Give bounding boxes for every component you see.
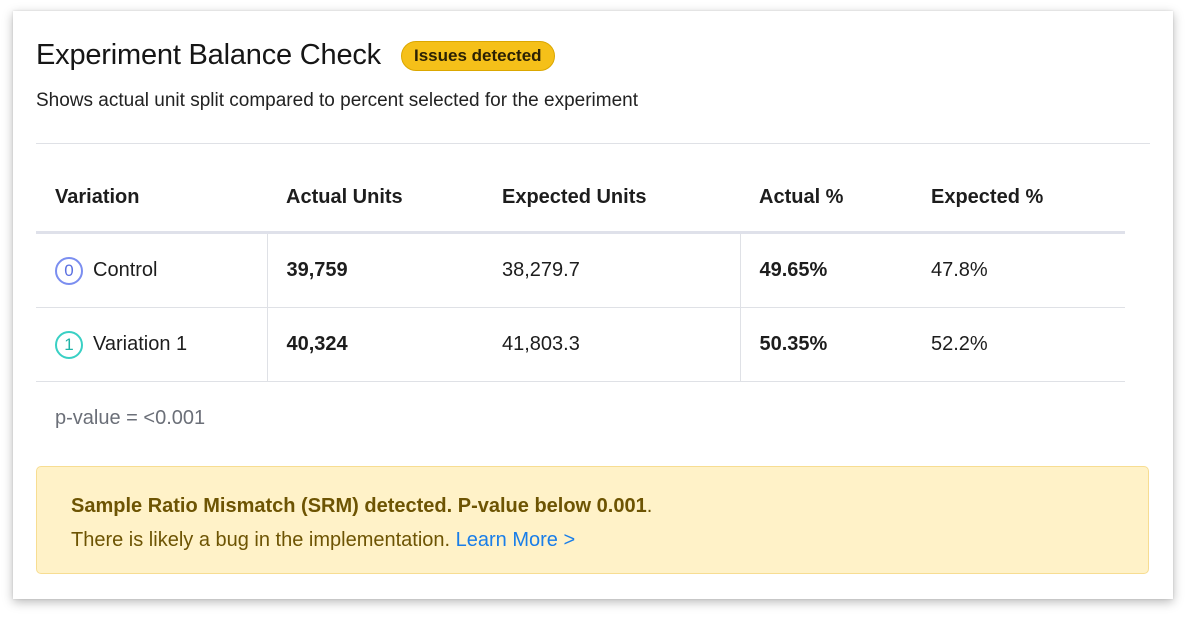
card-subtitle: Shows actual unit split compared to perc… <box>36 90 638 111</box>
variation-name: Control <box>93 259 158 281</box>
table-row: 1 Variation 1 40,324 41,803.3 50.35% 52.… <box>36 307 1125 382</box>
balance-table: Variation Actual Units Expected Units Ac… <box>36 163 1125 382</box>
actual-pct-cell: 49.65% <box>739 232 912 308</box>
expected-pct-cell: 47.8% <box>912 232 1125 308</box>
alert-headline-period: . <box>646 495 653 517</box>
column-header-expected-units: Expected Units <box>483 163 740 234</box>
actual-pct-cell: 50.35% <box>739 307 912 382</box>
column-header-expected-pct: Expected % <box>912 163 1125 234</box>
divider <box>36 143 1150 144</box>
column-header-actual-units: Actual Units <box>267 163 483 234</box>
card-title: Experiment Balance Check <box>36 39 381 71</box>
card-header: Experiment Balance Check Issues detected <box>36 39 555 72</box>
balance-check-card: Experiment Balance Check Issues detected… <box>13 11 1173 599</box>
alert-headline-line: Sample Ratio Mismatch (SRM) detected. P-… <box>71 489 1114 523</box>
p-value-text: p-value = <0.001 <box>55 407 206 429</box>
alert-headline: Sample Ratio Mismatch (SRM) detected. P-… <box>71 495 647 517</box>
variation-cell: 0 Control <box>36 232 267 308</box>
expected-units-cell: 38,279.7 <box>483 232 740 308</box>
srm-alert: Sample Ratio Mismatch (SRM) detected. P-… <box>36 466 1149 574</box>
table-header-row: Variation Actual Units Expected Units Ac… <box>36 163 1125 234</box>
table-row: 0 Control 39,759 38,279.7 49.65% 47.8% <box>36 232 1125 308</box>
expected-units-cell: 41,803.3 <box>483 307 740 382</box>
alert-body: There is likely a bug in the implementat… <box>71 529 451 551</box>
alert-body-line: There is likely a bug in the implementat… <box>71 523 1114 557</box>
variation-name: Variation 1 <box>93 333 188 355</box>
expected-pct-cell: 52.2% <box>912 307 1125 382</box>
status-badge: Issues detected <box>400 40 555 71</box>
learn-more-link[interactable]: Learn More > <box>456 529 576 551</box>
variation-cell: 1 Variation 1 <box>36 307 267 382</box>
variation-index-badge: 0 <box>55 256 83 285</box>
column-header-variation: Variation <box>36 163 267 234</box>
column-header-actual-pct: Actual % <box>740 163 912 234</box>
actual-units-cell: 39,759 <box>266 232 483 308</box>
actual-units-cell: 40,324 <box>266 307 483 382</box>
variation-index-badge: 1 <box>55 330 83 359</box>
